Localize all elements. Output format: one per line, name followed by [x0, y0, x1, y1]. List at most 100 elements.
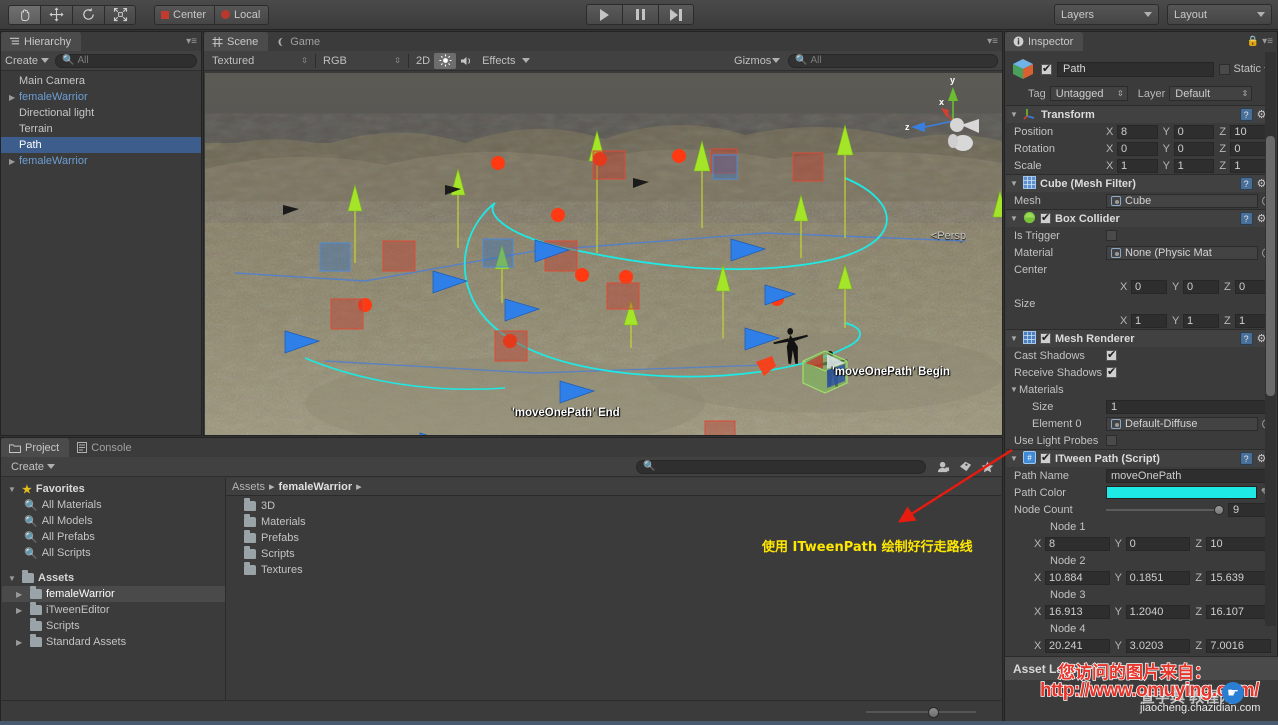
vector-x-input[interactable]: 1	[1131, 313, 1167, 328]
hierarchy-panel-menu[interactable]: ▾≡	[186, 36, 197, 47]
scene-search-input[interactable]: 🔍 All	[788, 53, 998, 68]
effects-dropdown[interactable]: Effects	[478, 53, 534, 69]
tab-console[interactable]: Console	[69, 438, 142, 457]
hierarchy-item-femalewarrior[interactable]: ▶ femaleWarrior	[1, 153, 201, 169]
scene-panel-menu[interactable]: ▾≡	[987, 36, 998, 47]
vector-y-input[interactable]: 0	[1183, 279, 1219, 294]
asset-folder-standard-assets[interactable]: ▶ Standard Assets	[2, 634, 225, 650]
tab-inspector[interactable]: Inspector	[1005, 32, 1084, 51]
foldout-arrow-icon[interactable]: ▼	[1010, 334, 1019, 343]
node-x-input[interactable]: 16.913	[1045, 604, 1110, 619]
foldout-arrow-icon[interactable]: ▼	[1010, 214, 1019, 223]
step-button[interactable]	[658, 4, 694, 25]
favorite-item-all-scripts[interactable]: 🔍 All Scripts	[2, 545, 225, 561]
inspector-scrollbar[interactable]	[1265, 52, 1276, 626]
vector-x-input[interactable]: 8	[1117, 124, 1158, 139]
node-x-input[interactable]: 10.884	[1045, 570, 1110, 585]
component-enabled-checkbox[interactable]	[1040, 211, 1051, 224]
vector-y-input[interactable]: 1	[1183, 313, 1219, 328]
object-name-field[interactable]: Path	[1057, 61, 1215, 77]
node-y-input[interactable]: 0.1851	[1125, 570, 1191, 585]
component-header[interactable]: ▼Transform?⚙▾	[1006, 106, 1276, 123]
component-header[interactable]: ▼Cube (Mesh Filter)?⚙▾	[1006, 175, 1276, 192]
favorite-item-all-models[interactable]: 🔍 All Models	[2, 513, 225, 529]
object-reference-field[interactable]: None (Physic Mat	[1106, 245, 1258, 260]
breadcrumb-item-1[interactable]: femaleWarrior	[279, 481, 353, 493]
node-y-input[interactable]: 1.2040	[1125, 604, 1191, 619]
vector-y-input[interactable]: 0	[1173, 124, 1215, 139]
hierarchy-item-path[interactable]: Path	[1, 137, 201, 153]
expand-arrow-icon[interactable]: ▶	[16, 590, 26, 599]
color-mode-dropdown[interactable]: RGB ⇳	[319, 53, 405, 69]
node-z-input[interactable]: 15.639	[1206, 570, 1272, 585]
vector-x-input[interactable]: 0	[1117, 141, 1158, 156]
expand-arrow-icon[interactable]: ▶	[16, 638, 26, 647]
help-icon[interactable]: ?	[1239, 108, 1253, 121]
asset-folder-itweeneditor[interactable]: ▶ iTweenEditor	[2, 602, 225, 618]
rotate-tool-button[interactable]	[72, 4, 104, 25]
vector-x-input[interactable]: 0	[1131, 279, 1167, 294]
component-header[interactable]: ▼Mesh Renderer?⚙▾	[1006, 330, 1276, 347]
project-search-input[interactable]: 🔍	[636, 459, 926, 474]
node-z-input[interactable]: 16.107	[1206, 604, 1272, 619]
help-icon[interactable]: ?	[1239, 452, 1253, 465]
help-icon[interactable]: ?	[1239, 332, 1253, 345]
content-folder-materials[interactable]: Materials	[226, 514, 1001, 530]
favorite-item-all-prefabs[interactable]: 🔍 All Prefabs	[2, 529, 225, 545]
component-enabled-checkbox[interactable]	[1040, 451, 1051, 464]
tag-dropdown[interactable]: Untagged ⇳	[1049, 86, 1128, 101]
perspective-label[interactable]: <Persp	[931, 230, 966, 242]
static-checkbox[interactable]	[1219, 63, 1231, 75]
play-button[interactable]	[586, 4, 622, 25]
space-mode-button[interactable]: Local	[214, 4, 270, 25]
node-z-input[interactable]: 7.0016	[1206, 638, 1272, 653]
property-checkbox[interactable]	[1106, 435, 1117, 446]
component-header[interactable]: ▼Box Collider?⚙▾	[1006, 210, 1276, 227]
pause-button[interactable]	[622, 4, 658, 25]
layer-dropdown[interactable]: Default ⇳	[1169, 86, 1253, 101]
component-header[interactable]: ▼#ITween Path (Script)?⚙▾	[1006, 450, 1276, 467]
scene-lighting-toggle[interactable]	[434, 52, 457, 69]
draw-mode-dropdown[interactable]: Textured ⇳	[208, 53, 312, 69]
help-icon[interactable]: ?	[1239, 212, 1253, 225]
slider-knob[interactable]	[928, 707, 939, 718]
gizmos-dropdown[interactable]: Gizmos	[730, 53, 784, 69]
favorite-item-all-materials[interactable]: 🔍 All Materials	[2, 497, 225, 513]
tab-project[interactable]: Project	[1, 438, 70, 457]
object-reference-field[interactable]: Cube	[1106, 193, 1258, 208]
breadcrumb-item-0[interactable]: Assets	[232, 481, 265, 493]
move-tool-button[interactable]	[40, 4, 72, 25]
object-enabled-checkbox[interactable]	[1041, 62, 1052, 75]
assets-header[interactable]: ▼ Assets	[2, 570, 225, 586]
property-checkbox[interactable]	[1106, 230, 1117, 241]
property-checkbox[interactable]	[1106, 365, 1117, 378]
project-zoom-slider[interactable]	[866, 707, 976, 718]
property-text-input[interactable]: moveOnePath	[1106, 468, 1270, 483]
expand-arrow-icon[interactable]: ▶	[16, 606, 26, 615]
pivot-mode-button[interactable]: Center	[154, 4, 215, 25]
expand-arrow-icon[interactable]: ▶	[9, 157, 19, 166]
scene-viewport[interactable]: y z x <Persp 'moveOnePath' Begin 'moveOn…	[205, 73, 1002, 435]
hierarchy-create-button[interactable]: Create	[5, 55, 50, 67]
slider-value-input[interactable]: 9	[1228, 502, 1270, 517]
hierarchy-item-main-camera[interactable]: Main Camera	[1, 73, 201, 89]
scrollbar-thumb[interactable]	[1266, 136, 1275, 396]
vector-x-input[interactable]: 1	[1117, 158, 1158, 173]
help-icon[interactable]: ?	[1239, 177, 1253, 190]
hierarchy-item-femalewarrior[interactable]: ▶ femaleWarrior	[1, 89, 201, 105]
content-folder-3d[interactable]: 3D	[226, 498, 1001, 514]
slider-knob[interactable]	[1214, 504, 1224, 515]
hierarchy-item-directional-light[interactable]: Directional light	[1, 105, 201, 121]
foldout-arrow-icon[interactable]: ▼	[1010, 179, 1019, 188]
tab-scene[interactable]: Scene	[204, 32, 269, 51]
node-x-input[interactable]: 20.241	[1045, 638, 1110, 653]
layout-dropdown[interactable]: Layout	[1167, 4, 1272, 25]
vector-y-input[interactable]: 1	[1173, 158, 1215, 173]
content-folder-textures[interactable]: Textures	[226, 562, 1001, 578]
tab-game[interactable]: Game	[268, 32, 331, 51]
foldout-arrow-icon[interactable]: ▼	[1010, 110, 1019, 119]
asset-folder-scripts[interactable]: Scripts	[2, 618, 225, 634]
scale-tool-button[interactable]	[104, 4, 136, 25]
hierarchy-item-terrain[interactable]: Terrain	[1, 121, 201, 137]
scene-audio-toggle[interactable]	[456, 53, 478, 69]
